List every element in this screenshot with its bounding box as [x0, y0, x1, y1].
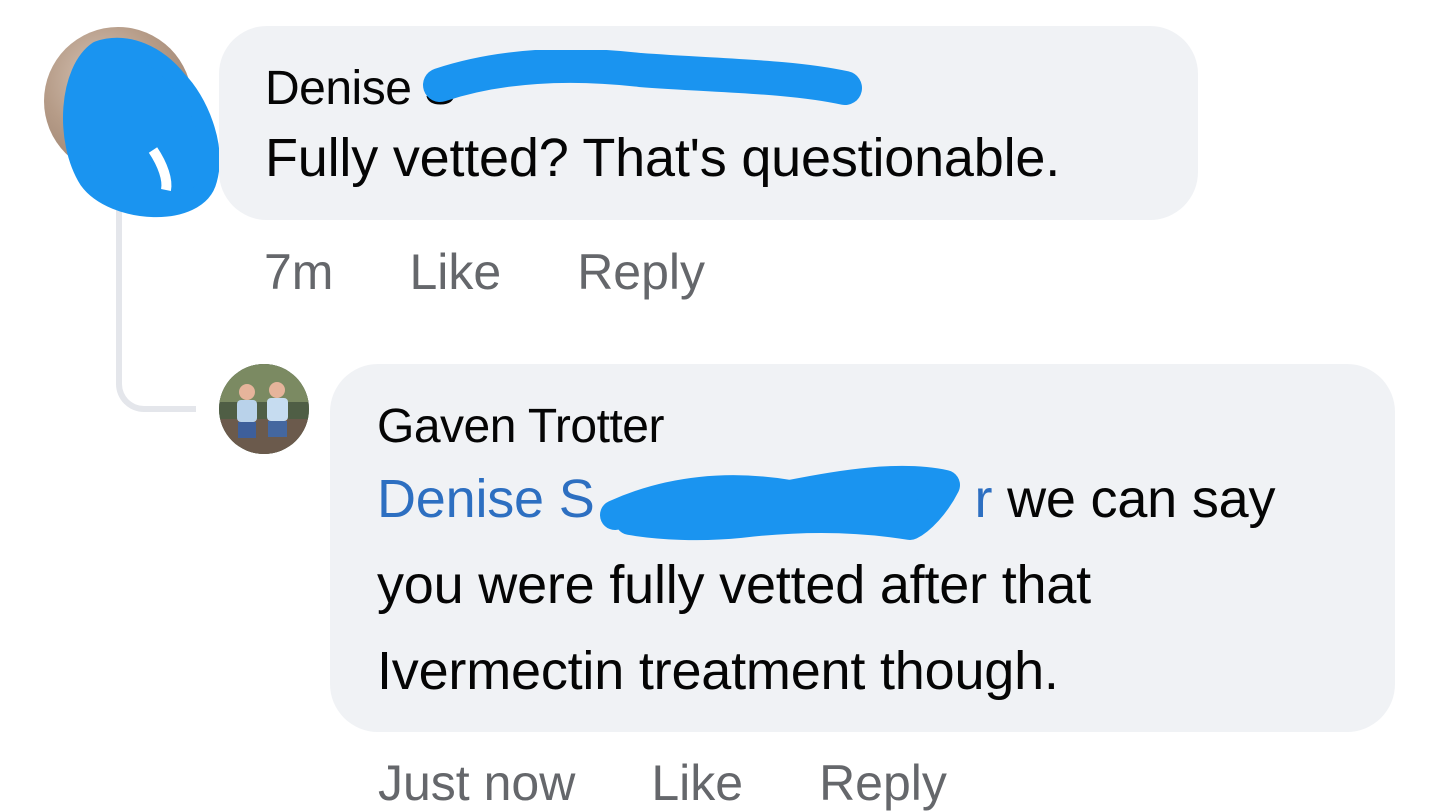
commenter-avatar[interactable]: [44, 27, 192, 175]
comment-timestamp[interactable]: 7m: [264, 243, 333, 301]
reply-bubble: Gaven Trotter Denise S r we can say you w…: [330, 364, 1395, 732]
reply-timestamp[interactable]: Just now: [378, 754, 575, 812]
reply-author-name[interactable]: Gaven Trotter: [377, 402, 1348, 452]
replier-avatar[interactable]: [219, 364, 309, 454]
comment-text: Fully vetted? That's questionable.: [265, 128, 1060, 188]
like-button[interactable]: Like: [409, 243, 501, 301]
reply-text: Denise S r we can say you were fully vett…: [377, 456, 1348, 714]
reply-like-button[interactable]: Like: [651, 754, 743, 812]
reply-actions: Just now Like Reply: [378, 754, 1023, 812]
comment-actions: 7m Like Reply: [264, 243, 705, 301]
comment-author-name[interactable]: Denise S: [265, 64, 1152, 114]
reply-reply-button[interactable]: Reply: [819, 754, 947, 812]
reply-text-line1: we can say: [992, 469, 1276, 529]
comment-bubble: Denise S Fully vetted? That's questionab…: [219, 26, 1198, 220]
replier-photo: [219, 364, 309, 454]
reply-text-line2: you were fully vetted after that: [377, 555, 1091, 615]
reply-mention-tail[interactable]: r: [975, 469, 993, 529]
reply-text-line3: Ivermectin treatment though.: [377, 641, 1059, 701]
reply-mention-link[interactable]: Denise S: [377, 469, 595, 529]
reply-button[interactable]: Reply: [577, 243, 705, 301]
thread-connector-line: [116, 190, 196, 412]
